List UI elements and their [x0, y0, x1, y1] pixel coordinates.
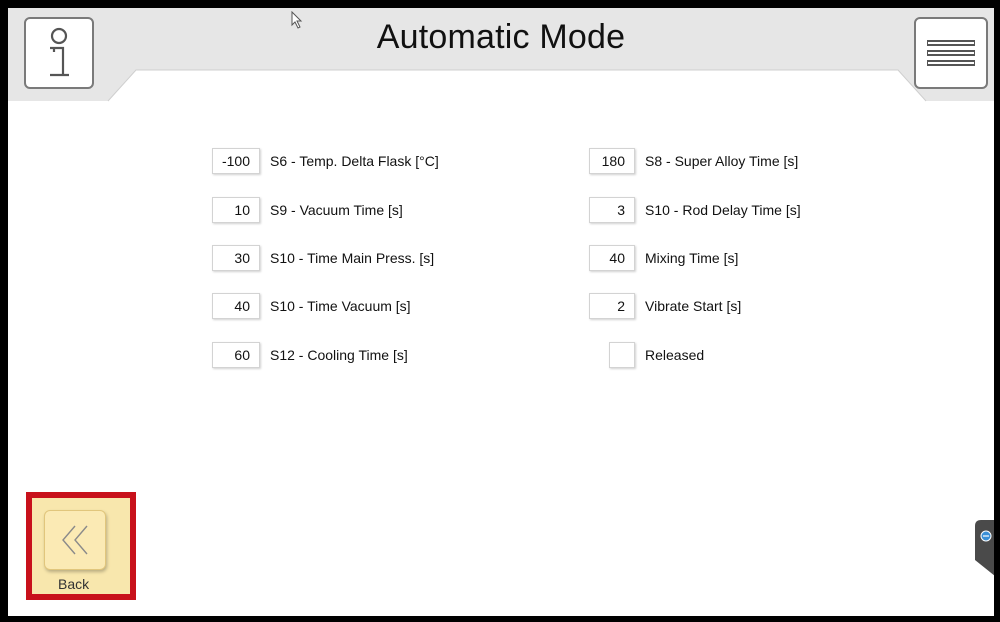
- released-label: Released: [645, 347, 705, 363]
- released-checkbox[interactable]: [609, 342, 635, 368]
- back-label: Back: [58, 576, 90, 592]
- param-label: Vibrate Start [s]: [645, 298, 742, 314]
- param-row-mixing-time: 40 Mixing Time [s]: [589, 244, 738, 272]
- menu-button[interactable]: [914, 17, 988, 89]
- param-label: S8 - Super Alloy Time [s]: [645, 153, 799, 169]
- param-label: S9 - Vacuum Time [s]: [270, 202, 403, 218]
- param-label: Mixing Time [s]: [645, 250, 739, 266]
- vibrate-start-input[interactable]: 2: [589, 293, 635, 319]
- param-row-temp-delta-flask: -100 S6 - Temp. Delta Flask [°C]: [212, 147, 439, 175]
- hamburger-menu-icon: [927, 40, 975, 66]
- param-row-rod-delay-time: 3 S10 - Rod Delay Time [s]: [589, 196, 801, 224]
- param-label: S10 - Time Vacuum [s]: [270, 298, 411, 314]
- rod-delay-time-input[interactable]: 3: [589, 197, 635, 223]
- vacuum-time-input[interactable]: 10: [212, 197, 260, 223]
- param-row-super-alloy-time: 180 S8 - Super Alloy Time [s]: [589, 147, 798, 175]
- cooling-time-input[interactable]: 60: [212, 342, 260, 368]
- double-chevron-left-icon: [62, 525, 88, 555]
- back-highlight-frame: Back: [26, 492, 136, 600]
- param-label: S10 - Rod Delay Time [s]: [645, 202, 801, 218]
- super-alloy-time-input[interactable]: 180: [589, 148, 635, 174]
- automatic-mode-screen: Automatic Mode -100 S6 - Temp. Delta Fla…: [8, 8, 994, 616]
- param-row-cooling-time: 60 S12 - Cooling Time [s]: [212, 341, 408, 369]
- param-label: S6 - Temp. Delta Flask [°C]: [270, 153, 439, 169]
- param-label: S10 - Time Main Press. [s]: [270, 250, 435, 266]
- param-row-vacuum-time: 10 S9 - Vacuum Time [s]: [212, 196, 403, 224]
- info-icon: [50, 27, 69, 77]
- param-row-released: Released: [609, 341, 704, 369]
- time-vacuum-input[interactable]: 40: [212, 293, 260, 319]
- side-panel-tab-icon[interactable]: [975, 520, 994, 576]
- mouse-cursor-icon: [291, 11, 303, 29]
- param-label: S12 - Cooling Time [s]: [270, 347, 408, 363]
- param-row-time-vacuum: 40 S10 - Time Vacuum [s]: [212, 292, 411, 320]
- param-row-time-main-press: 30 S10 - Time Main Press. [s]: [212, 244, 434, 272]
- temp-delta-flask-input[interactable]: -100: [212, 148, 260, 174]
- param-row-vibrate-start: 2 Vibrate Start [s]: [589, 292, 741, 320]
- mixing-time-input[interactable]: 40: [589, 245, 635, 271]
- time-main-press-input[interactable]: 30: [212, 245, 260, 271]
- info-button[interactable]: [24, 17, 94, 89]
- page-title: Automatic Mode: [376, 18, 626, 56]
- back-button[interactable]: [44, 510, 106, 570]
